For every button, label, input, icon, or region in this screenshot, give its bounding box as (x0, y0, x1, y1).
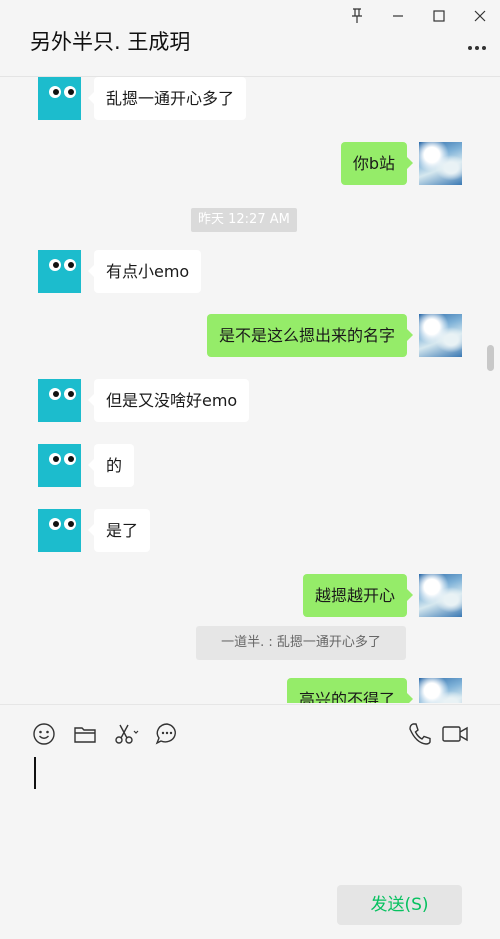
message-row: 有点小emo (38, 250, 238, 293)
message-bubble[interactable]: 但是又没啥好emo (87, 379, 250, 422)
maximize-icon[interactable] (428, 6, 450, 26)
send-button[interactable]: 发送(S) (337, 885, 462, 925)
avatar[interactable] (38, 509, 81, 552)
quoted-message[interactable]: 一道半. : 乱摁一通开心多了 (196, 626, 406, 660)
message-row: 乱摁一通开心多了 (38, 77, 278, 120)
more-icon[interactable] (466, 40, 488, 56)
message-row: 你b站 (320, 142, 462, 185)
message-bubble[interactable]: 越摁越开心 (302, 574, 414, 617)
minimize-icon[interactable] (387, 6, 409, 26)
folder-icon[interactable] (72, 721, 98, 747)
message-list[interactable]: 乱摁一通开心多了 你b站 昨天 12:27 AM 有点小emo 是不是这么摁出来… (0, 77, 500, 703)
scrollbar-thumb[interactable] (487, 345, 494, 371)
message-row: 是不是这么摁出来的名字 (170, 314, 462, 357)
avatar[interactable] (38, 379, 81, 422)
chat-title: 另外半只. 王成玥 (30, 30, 191, 54)
chat-history-icon[interactable] (154, 721, 180, 747)
avatar[interactable] (419, 678, 462, 703)
pin-icon[interactable] (346, 6, 368, 26)
message-bubble[interactable]: 高兴的不得了 (286, 678, 414, 703)
phone-icon[interactable] (406, 721, 432, 747)
avatar[interactable] (419, 574, 462, 617)
title-bar: 另外半只. 王成玥 (0, 0, 500, 77)
timestamp: 昨天 12:27 AM (191, 208, 297, 232)
message-row: 但是又没啥好emo (38, 379, 278, 422)
message-row: 是了 (38, 509, 178, 552)
avatar[interactable] (419, 142, 462, 185)
scissors-icon[interactable] (112, 721, 140, 747)
message-bubble[interactable]: 是了 (87, 509, 151, 552)
message-row: 高兴的不得了 (262, 678, 462, 703)
avatar[interactable] (38, 77, 81, 120)
message-bubble[interactable]: 是不是这么摁出来的名字 (206, 314, 414, 357)
emoji-icon[interactable] (31, 721, 57, 747)
message-row: 的 (38, 444, 158, 487)
avatar[interactable] (38, 444, 81, 487)
message-row: 越摁越开心 (280, 574, 462, 617)
avatar[interactable] (38, 250, 81, 293)
message-bubble[interactable]: 有点小emo (87, 250, 202, 293)
message-bubble[interactable]: 的 (87, 444, 135, 487)
input-area: 发送(S) (0, 704, 500, 939)
avatar[interactable] (419, 314, 462, 357)
video-icon[interactable] (441, 721, 469, 747)
close-icon[interactable] (469, 6, 491, 26)
message-bubble[interactable]: 你b站 (340, 142, 414, 185)
text-input[interactable] (34, 757, 36, 789)
message-bubble[interactable]: 乱摁一通开心多了 (87, 77, 247, 120)
